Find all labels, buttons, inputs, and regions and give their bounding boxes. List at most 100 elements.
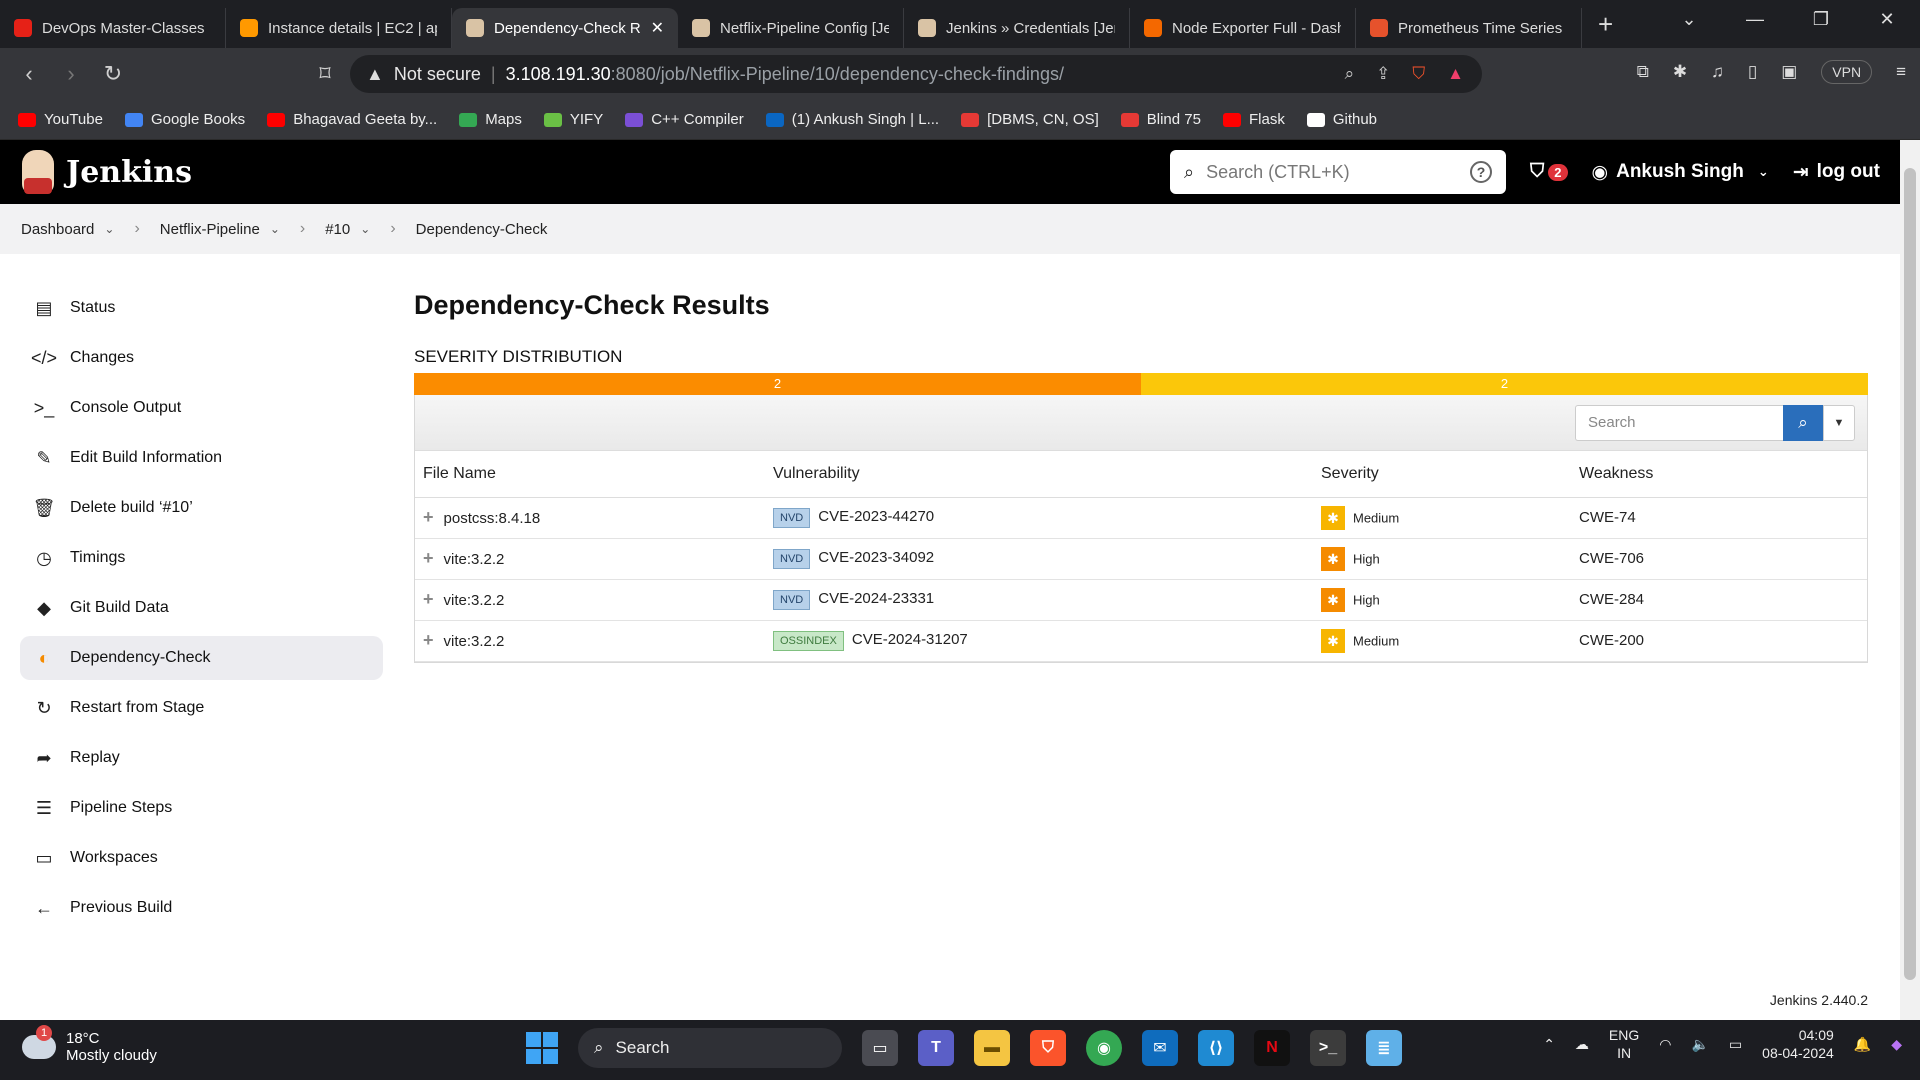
volume-icon[interactable]: 🔈: [1691, 1036, 1708, 1053]
reload-button[interactable]: ↻: [92, 61, 134, 87]
sidebar-item-workspaces[interactable]: ▭ Workspaces: [20, 836, 383, 880]
sidebar-item-replay[interactable]: ➦ Replay: [20, 736, 383, 780]
extensions-icon[interactable]: ✱: [1673, 62, 1687, 82]
table-row[interactable]: + vite:3.2.2 NVD CVE-2023-34092 ✱ High CWE-706: [415, 538, 1867, 580]
page-scrollbar[interactable]: [1900, 140, 1920, 1020]
weakness-cell[interactable]: CWE-284: [1571, 579, 1867, 621]
table-search-input[interactable]: Search: [1575, 404, 1783, 441]
sidebar-item-delete-build-10[interactable]: 🗑 Delete build ‘#10’: [20, 486, 383, 530]
expand-row-icon[interactable]: +: [423, 507, 434, 527]
task-view-icon[interactable]: ▭: [862, 1030, 898, 1066]
sidebar-item-pipeline-steps[interactable]: ☰ Pipeline Steps: [20, 786, 383, 830]
security-alert-icon[interactable]: ⛉: [1530, 161, 1544, 183]
maximize-button[interactable]: ❐: [1788, 0, 1854, 40]
browser-tab[interactable]: Instance details | EC2 | ap: [226, 8, 452, 48]
bookmark-item[interactable]: Blind 75: [1120, 111, 1201, 128]
clock[interactable]: 04:09 08-04-2024: [1762, 1026, 1834, 1062]
back-button[interactable]: ‹: [8, 61, 50, 87]
alerts-badge[interactable]: 2: [1548, 163, 1568, 181]
cve-id[interactable]: CVE-2024-31207: [852, 631, 968, 648]
column-header-file[interactable]: File Name: [415, 451, 765, 498]
browser-tab[interactable]: Jenkins » Credentials [Jen: [904, 8, 1130, 48]
breadcrumb-label[interactable]: Dashboard: [21, 221, 94, 238]
browser-tab[interactable]: Netflix-Pipeline Config [Je: [678, 8, 904, 48]
sidebar-item-status[interactable]: ▤ Status: [20, 286, 383, 330]
table-row[interactable]: + postcss:8.4.18 NVD CVE-2023-44270 ✱ Medium C…: [415, 497, 1867, 539]
table-search-button[interactable]: ⌕: [1783, 404, 1823, 441]
file-explorer-icon[interactable]: ▬: [974, 1030, 1010, 1066]
breadcrumb-dashboard[interactable]: Dashboard ⌄: [21, 221, 114, 238]
browser-tab[interactable]: DevOps Master-Classes: [0, 8, 226, 48]
jenkins-version[interactable]: Jenkins 2.440.2: [1770, 992, 1868, 1008]
bookmark-item[interactable]: YIFY: [543, 111, 603, 128]
breadcrumb-job[interactable]: Netflix-Pipeline ⌄: [160, 221, 280, 238]
chevron-down-icon[interactable]: ⌄: [270, 222, 280, 236]
sidebar-item-restart-from-stage[interactable]: ↻ Restart from Stage: [20, 686, 383, 730]
media-icon[interactable]: ♫: [1711, 62, 1724, 82]
forward-button[interactable]: ›: [50, 61, 92, 87]
bookmark-item[interactable]: (1) Ankush Singh | L...: [765, 111, 939, 128]
cve-id[interactable]: CVE-2024-23331: [818, 590, 934, 607]
jenkins-search-input[interactable]: ⌕ Search (CTRL+K) ?: [1170, 150, 1506, 194]
bookmark-item[interactable]: Github: [1306, 111, 1377, 128]
terminal-app-icon[interactable]: >_: [1310, 1030, 1346, 1066]
sidebar-item-console-output[interactable]: >_ Console Output: [20, 386, 383, 430]
logout-link[interactable]: log out: [1817, 161, 1880, 183]
copilot-icon[interactable]: ◆: [1891, 1036, 1902, 1053]
column-header-weakness[interactable]: Weakness: [1571, 451, 1867, 498]
netflix-icon[interactable]: N: [1254, 1030, 1290, 1066]
weather-widget[interactable]: 18°C Mostly cloudy: [22, 1025, 157, 1064]
share-icon[interactable]: ⇪: [1376, 64, 1390, 84]
bookmark-item[interactable]: Flask: [1222, 111, 1285, 128]
menu-icon[interactable]: ≡: [1896, 62, 1906, 82]
onedrive-icon[interactable]: ☁: [1575, 1036, 1589, 1053]
browser-tab[interactable]: Dependency-Check R ✕: [452, 8, 678, 48]
browser-tab[interactable]: Node Exporter Full - Dash: [1130, 8, 1356, 48]
brave-rewards-icon[interactable]: ▲: [1447, 64, 1464, 84]
brave-browser-icon[interactable]: ⛉: [1030, 1030, 1066, 1066]
url-field[interactable]: ▲ Not secure | 3.108.191.30 :8080/job/Ne…: [350, 55, 1482, 93]
battery-icon[interactable]: ▭: [1729, 1036, 1742, 1053]
help-icon[interactable]: ?: [1470, 161, 1492, 183]
chrome-icon[interactable]: ◉: [1086, 1030, 1122, 1066]
scrollbar-thumb[interactable]: [1904, 168, 1916, 980]
bookmark-item[interactable]: Maps: [459, 111, 522, 128]
weakness-cell[interactable]: CWE-706: [1571, 538, 1867, 580]
browser-tab[interactable]: Prometheus Time Series C: [1356, 8, 1582, 48]
sidebar-item-changes[interactable]: </> Changes: [20, 336, 383, 380]
column-header-vulnerability[interactable]: Vulnerability: [765, 451, 1313, 498]
bookmark-item[interactable]: YouTube: [18, 111, 103, 128]
sidebar-item-git-build-data[interactable]: ◆ Git Build Data: [20, 586, 383, 630]
tab-search-icon[interactable]: ⌄: [1656, 0, 1722, 40]
breadcrumb-label[interactable]: Dependency-Check: [416, 221, 548, 238]
column-header-severity[interactable]: Severity: [1313, 451, 1571, 498]
brave-shield-icon[interactable]: ⛉: [1412, 64, 1425, 84]
bookmark-item[interactable]: Bhagavad Geeta by...: [267, 111, 437, 128]
chevron-down-icon[interactable]: ⌄: [360, 222, 370, 236]
vscode-icon[interactable]: ⟨⟩: [1198, 1030, 1234, 1066]
taskbar-search[interactable]: ⌕ Search: [578, 1028, 842, 1068]
breadcrumb-label[interactable]: Netflix-Pipeline: [160, 221, 260, 238]
user-name[interactable]: Ankush Singh: [1616, 161, 1744, 183]
sidebar-item-dependency-check[interactable]: ◐ Dependency-Check: [20, 636, 383, 680]
teams-icon[interactable]: T: [918, 1030, 954, 1066]
weakness-cell[interactable]: CWE-74: [1571, 497, 1867, 539]
user-menu-chevron-icon[interactable]: ⌄: [1758, 164, 1769, 180]
table-row[interactable]: + vite:3.2.2 OSSINDEX CVE-2024-31207 ✱ Medium…: [415, 620, 1867, 662]
vpn-button[interactable]: VPN: [1821, 60, 1873, 84]
expand-row-icon[interactable]: +: [423, 630, 434, 650]
breadcrumb-current[interactable]: Dependency-Check: [416, 221, 548, 238]
bookmark-item[interactable]: C++ Compiler: [625, 111, 744, 128]
bookmark-item[interactable]: Google Books: [124, 111, 245, 128]
breadcrumb-label[interactable]: #10: [325, 221, 350, 238]
sidebar-toggle-icon[interactable]: ▯: [1748, 62, 1757, 82]
screenshot-icon[interactable]: ⧉: [1637, 62, 1649, 82]
minimize-button[interactable]: —: [1722, 0, 1788, 40]
bookmark-icon[interactable]: ⌑: [304, 61, 346, 87]
breadcrumb-build[interactable]: #10 ⌄: [325, 221, 370, 238]
close-window-button[interactable]: ✕: [1854, 0, 1920, 40]
chevron-down-icon[interactable]: ⌄: [104, 222, 114, 236]
notepad-icon[interactable]: ≣: [1366, 1030, 1402, 1066]
expand-row-icon[interactable]: +: [423, 589, 434, 609]
sidebar-item-timings[interactable]: ◷ Timings: [20, 536, 383, 580]
